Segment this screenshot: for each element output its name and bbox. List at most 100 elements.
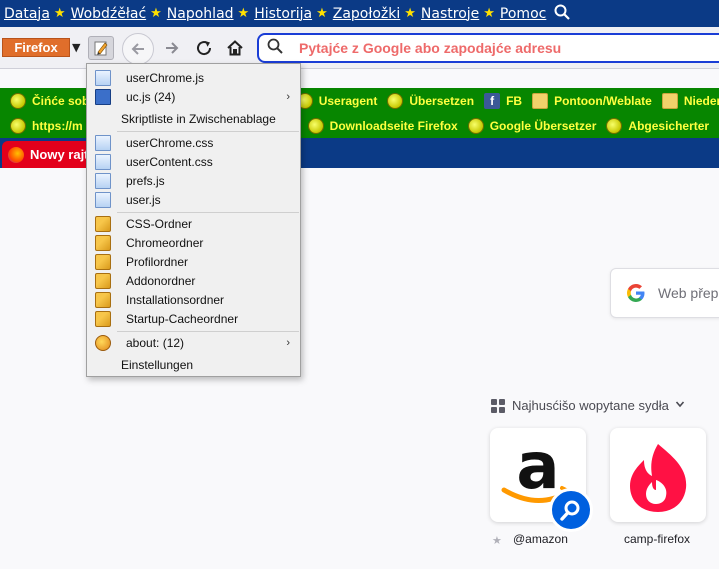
globe-icon (307, 117, 324, 134)
bookmark-label: Pontoon/Weblate (554, 93, 652, 108)
search-icon (267, 38, 283, 58)
bookmark-folder[interactable]: Niedersorbisch (661, 92, 719, 109)
computer-icon (95, 88, 111, 105)
chevron-right-icon: › (286, 90, 290, 103)
menu-wobdzelac[interactable]: ★ Wobdźěłać (54, 6, 146, 22)
globe-icon (387, 92, 404, 109)
menu-label: Wobdźěłać (70, 5, 147, 22)
url-bar[interactable] (257, 33, 719, 63)
home-icon[interactable] (223, 36, 247, 60)
file-icon (95, 69, 111, 86)
file-icon (95, 153, 111, 170)
menuitem-label: Installationsordner (126, 292, 225, 307)
chevron-right-icon: › (286, 336, 290, 349)
menu-historija[interactable]: ★ Historija (238, 6, 313, 22)
menuitem-startup-cacheordner[interactable]: Startup-Cacheordner (87, 309, 300, 328)
forward-arrow-icon[interactable] (160, 36, 184, 60)
topsites-header[interactable]: Najhusćišo wopytane sydła (491, 398, 685, 413)
menuitem-css-ordner[interactable]: CSS-Ordner (87, 214, 300, 233)
star-icon: ★ (404, 6, 416, 21)
menu-bar: ★Dataja ★Wobdźěłać ★Napohlad ★Historija … (0, 0, 719, 27)
menuitem-scriptlist-clipboard[interactable]: Skriptliste in Zwischenablage (87, 109, 300, 128)
magnifier-icon[interactable] (554, 4, 571, 24)
menuitem-usercontent-css[interactable]: userContent.css (87, 152, 300, 171)
camp-firefox-logo-icon (630, 444, 687, 512)
search-shortcut-icon (549, 488, 593, 532)
star-icon: ★ (150, 6, 162, 21)
menuitem-userchrome-css[interactable]: userChrome.css (87, 133, 300, 152)
folder-icon (95, 253, 111, 270)
menuitem-installationsordner[interactable]: Installationsordner (87, 290, 300, 309)
bookmark-item[interactable]: Google Übersetzer (467, 117, 596, 134)
file-icon (95, 172, 111, 189)
bookmark-label: Useragent (318, 93, 378, 108)
folder-icon (95, 310, 111, 327)
bookmark-label: https://m (32, 118, 83, 133)
bookmark-item[interactable]: Übersetzen (387, 92, 475, 109)
bookmark-label: Übersetzen (409, 93, 475, 108)
menuitem-about[interactable]: about: (12) › (87, 333, 300, 352)
file-icon (95, 191, 111, 208)
menuitem-label: uc.js (24) (126, 89, 176, 104)
menuitem-chromeordner[interactable]: Chromeordner (87, 233, 300, 252)
chevron-down-icon[interactable] (675, 399, 685, 412)
google-logo-icon (627, 284, 645, 302)
url-input[interactable] (299, 40, 699, 56)
bookmark-label: Abgesicherter (628, 118, 710, 133)
globe-icon (10, 92, 26, 109)
menu-label: Zapołožki (332, 5, 401, 22)
menuitem-label: userChrome.css (126, 135, 214, 150)
topsites-title: Najhusćišo wopytane sydła (512, 398, 669, 413)
menu-dataja[interactable]: ★Dataja (4, 6, 50, 22)
bookmark-item[interactable]: Useragent (296, 92, 378, 109)
chevron-down-icon[interactable]: ▼ (72, 41, 80, 54)
menu-label: Napohlad (166, 5, 234, 22)
globe-icon (10, 117, 26, 134)
search-placeholder: Web přep (658, 285, 719, 301)
menu-zapolozki[interactable]: ★ Zapołožki (316, 6, 400, 22)
topsite-tile-camp-firefox[interactable] (610, 428, 706, 522)
bookmark-item[interactable]: Čińće sobu (10, 92, 97, 109)
menuitem-user-js[interactable]: user.js (87, 190, 300, 209)
menuitem-label: userChrome.js (126, 70, 205, 85)
menu-nastroje[interactable]: ★ Nastroje (404, 6, 479, 22)
menuitem-label: Profilordner (126, 254, 189, 269)
star-icon: ★ (316, 6, 328, 21)
menu-napohlad[interactable]: ★ Napohlad (150, 6, 233, 22)
newtab-search-box[interactable]: Web přep (610, 268, 719, 318)
folder-icon (95, 291, 111, 308)
tab-title: Nowy rajt (30, 147, 89, 162)
star-icon: ★ (53, 6, 66, 21)
folder-icon (661, 92, 678, 109)
firefox-icon (8, 146, 24, 163)
bookmark-item[interactable]: Downloadseite Firefox (307, 117, 458, 134)
file-icon (95, 134, 111, 151)
menuitem-prefs-js[interactable]: prefs.js (87, 171, 300, 190)
folder-icon (95, 234, 111, 251)
bookmark-item[interactable]: https://m (10, 117, 83, 134)
menuitem-userchrome-js[interactable]: userChrome.js (87, 68, 300, 87)
menu-label: Pomoc (499, 5, 547, 22)
back-arrow-icon[interactable] (122, 33, 154, 65)
grid-icon (491, 398, 505, 413)
bookmark-label: Niedersorbisch (683, 93, 719, 108)
globe-icon (467, 117, 484, 134)
menuitem-einstellungen[interactable]: Einstellungen (87, 355, 300, 374)
reload-icon[interactable] (192, 36, 216, 60)
pencil-icon[interactable] (88, 36, 114, 60)
menu-label: Dataja (4, 5, 50, 22)
menuitem-label: user.js (126, 192, 161, 207)
menuitem-label: Startup-Cacheordner (126, 311, 239, 326)
facebook-icon: f (484, 92, 501, 109)
globe-icon (606, 117, 623, 134)
bookmark-item[interactable]: Abgesicherter (606, 117, 710, 134)
menu-pomoc[interactable]: ★ Pomoc (483, 6, 546, 22)
bookmark-item[interactable]: f FB (484, 92, 522, 109)
bookmark-folder[interactable]: Pontoon/Weblate (532, 92, 652, 109)
menuitem-profilordner[interactable]: Profilordner (87, 252, 300, 271)
menu-label: Nastroje (420, 5, 480, 22)
menuitem-addonordner[interactable]: Addonordner (87, 271, 300, 290)
menuitem-ucjs[interactable]: uc.js (24) › (87, 87, 300, 106)
menuitem-label: Skriptliste in Zwischenablage (121, 111, 276, 126)
firefox-button[interactable]: Firefox (2, 38, 70, 57)
